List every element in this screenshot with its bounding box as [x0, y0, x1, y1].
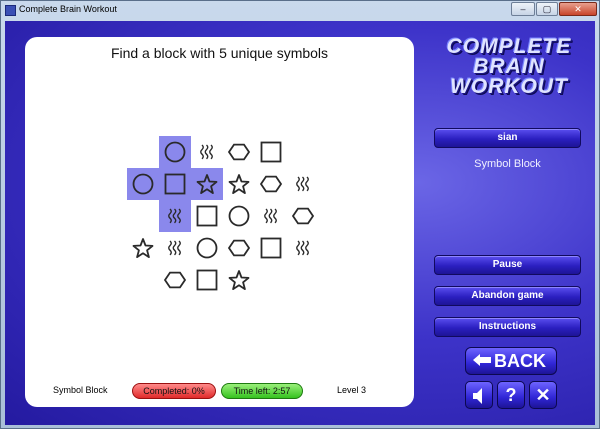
player-name-button[interactable]: sian: [434, 128, 581, 148]
logo-line-brain: BRAIN: [473, 55, 545, 78]
speaker-icon: [473, 388, 482, 404]
star-symbol-icon[interactable]: [223, 264, 255, 296]
star-symbol-icon[interactable]: [191, 168, 223, 200]
abandon-game-button[interactable]: Abandon game: [434, 286, 581, 306]
star-symbol-icon[interactable]: [127, 232, 159, 264]
back-button[interactable]: BACK: [465, 347, 557, 375]
waves-symbol-icon[interactable]: [159, 200, 191, 232]
waves-symbol-icon[interactable]: [159, 232, 191, 264]
game-area: Find a block with 5 unique symbols Symbo…: [5, 21, 595, 425]
waves-symbol-icon[interactable]: [287, 232, 319, 264]
waves-symbol-icon[interactable]: [191, 136, 223, 168]
maximize-button[interactable]: ▢: [536, 2, 558, 16]
hexagon-symbol-icon[interactable]: [223, 136, 255, 168]
hexagon-symbol-icon[interactable]: [223, 232, 255, 264]
square-symbol-icon[interactable]: [255, 232, 287, 264]
symbol-grid: [127, 136, 315, 296]
sound-button[interactable]: [465, 381, 493, 409]
hexagon-symbol-icon[interactable]: [287, 200, 319, 232]
back-label: BACK: [494, 351, 546, 371]
square-symbol-icon[interactable]: [159, 168, 191, 200]
back-arrow-icon: [472, 348, 494, 374]
status-mode: Symbol Block: [53, 385, 108, 395]
circle-symbol-icon[interactable]: [127, 168, 159, 200]
title-bar[interactable]: Complete Brain Workout – ▢ ✕: [1, 1, 599, 21]
help-icon: ?: [505, 385, 517, 405]
level-indicator: Level 3: [337, 385, 367, 395]
time-left-indicator: Time left: 2:57: [221, 383, 303, 399]
square-symbol-icon[interactable]: [191, 200, 223, 232]
instruction-text: Find a block with 5 unique symbols: [110, 45, 329, 61]
square-symbol-icon[interactable]: [191, 264, 223, 296]
star-symbol-icon[interactable]: [223, 168, 255, 200]
help-button[interactable]: ?: [497, 381, 525, 409]
game-logo: COMPLETE BRAIN WORKOUT: [429, 35, 589, 98]
logo-line-complete: COMPLETE: [446, 35, 572, 58]
minimize-button[interactable]: –: [511, 2, 535, 16]
app-icon: [5, 5, 16, 16]
circle-symbol-icon[interactable]: [191, 232, 223, 264]
close-icon: ✕: [535, 385, 551, 405]
hexagon-symbol-icon[interactable]: [159, 264, 191, 296]
window-title: Complete Brain Workout: [19, 4, 117, 14]
instructions-button[interactable]: Instructions: [434, 317, 581, 337]
exit-button[interactable]: ✕: [529, 381, 557, 409]
pause-button[interactable]: Pause: [434, 255, 581, 275]
app-window: Complete Brain Workout – ▢ ✕ Find a bloc…: [0, 0, 600, 429]
completed-indicator: Completed: 0%: [132, 383, 216, 399]
waves-symbol-icon[interactable]: [255, 200, 287, 232]
circle-symbol-icon[interactable]: [223, 200, 255, 232]
circle-symbol-icon[interactable]: [159, 136, 191, 168]
square-symbol-icon[interactable]: [255, 136, 287, 168]
current-game-label: Symbol Block: [474, 158, 541, 170]
puzzle-panel: Find a block with 5 unique symbols Symbo…: [25, 37, 414, 407]
hexagon-symbol-icon[interactable]: [255, 168, 287, 200]
waves-symbol-icon[interactable]: [287, 168, 319, 200]
logo-line-workout: WORKOUT: [450, 75, 568, 98]
close-window-button[interactable]: ✕: [559, 2, 597, 16]
